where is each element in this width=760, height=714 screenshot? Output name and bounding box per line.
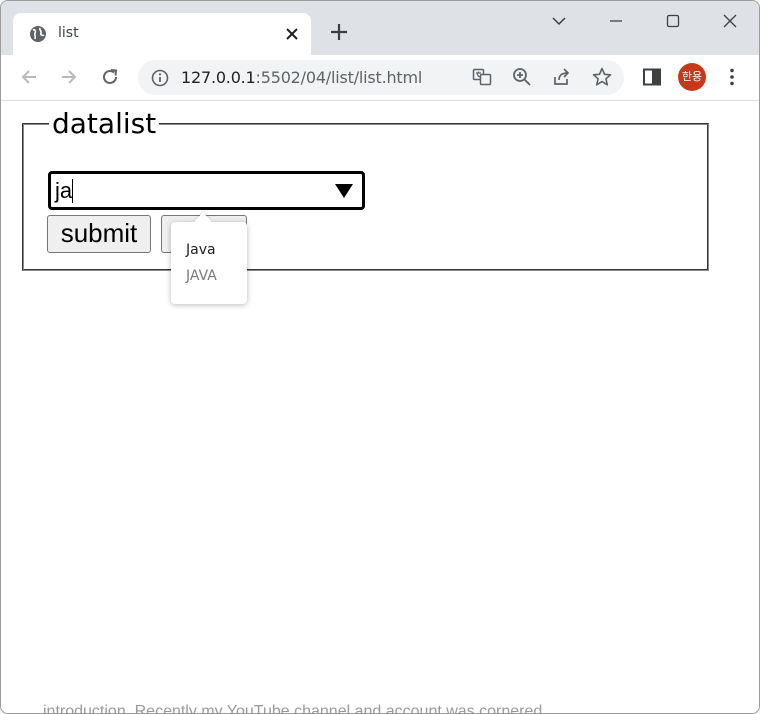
bookmark-star-icon[interactable] — [591, 66, 613, 88]
new-tab-icon[interactable] — [328, 21, 350, 43]
tab-search-chevron-icon[interactable] — [547, 9, 571, 33]
url-text[interactable]: 127.0.0.1:5502/04/list/list.html — [181, 68, 422, 87]
site-info-icon[interactable] — [150, 68, 170, 88]
back-arrow-icon[interactable] — [18, 66, 40, 88]
minimize-icon[interactable] — [604, 9, 628, 33]
url-host: 127.0.0.1 — [181, 68, 256, 87]
input-value: ja — [55, 178, 73, 203]
dropdown-arrow-icon[interactable] — [334, 182, 354, 200]
globe-icon — [30, 26, 46, 42]
tab-strip: list — [1, 1, 759, 55]
input-value-wrap: ja — [55, 178, 74, 204]
suggestion-option[interactable]: Java — [186, 242, 216, 258]
background-window-text: introduction. Recently my YouTube channe… — [43, 703, 547, 714]
datalist-input[interactable]: ja — [48, 171, 365, 210]
tab-list[interactable]: list — [13, 13, 311, 55]
reload-icon[interactable] — [99, 66, 121, 88]
tab-title: list — [58, 25, 79, 41]
fieldset-legend: datalist — [49, 109, 160, 139]
close-tab-icon[interactable] — [283, 25, 301, 43]
forward-arrow-icon[interactable] — [58, 66, 80, 88]
submit-button[interactable]: submit — [47, 215, 151, 253]
translate-icon[interactable] — [471, 66, 493, 88]
address-bar[interactable]: 127.0.0.1:5502/04/list/list.html — [138, 60, 624, 95]
suggestion-option[interactable]: JAVA — [186, 268, 217, 284]
text-caret — [72, 179, 74, 203]
side-panel-icon[interactable] — [641, 66, 663, 88]
datalist-suggestions: Java JAVA — [171, 212, 247, 304]
zoom-icon[interactable] — [511, 66, 533, 88]
page-content: datalist ja submit Java JAVA introductio… — [1, 101, 759, 713]
profile-avatar[interactable]: 한용 — [678, 63, 706, 91]
url-path: :5502/04/list/list.html — [255, 68, 423, 87]
close-window-icon[interactable] — [718, 9, 742, 33]
maximize-icon[interactable] — [661, 9, 685, 33]
browser-window: list 127.0.0.1:5502/04/list/list.html 한용… — [0, 0, 760, 714]
share-icon[interactable] — [551, 66, 573, 88]
toolbar: 127.0.0.1:5502/04/list/list.html 한용 — [1, 55, 759, 101]
menu-kebab-icon[interactable] — [721, 66, 743, 88]
